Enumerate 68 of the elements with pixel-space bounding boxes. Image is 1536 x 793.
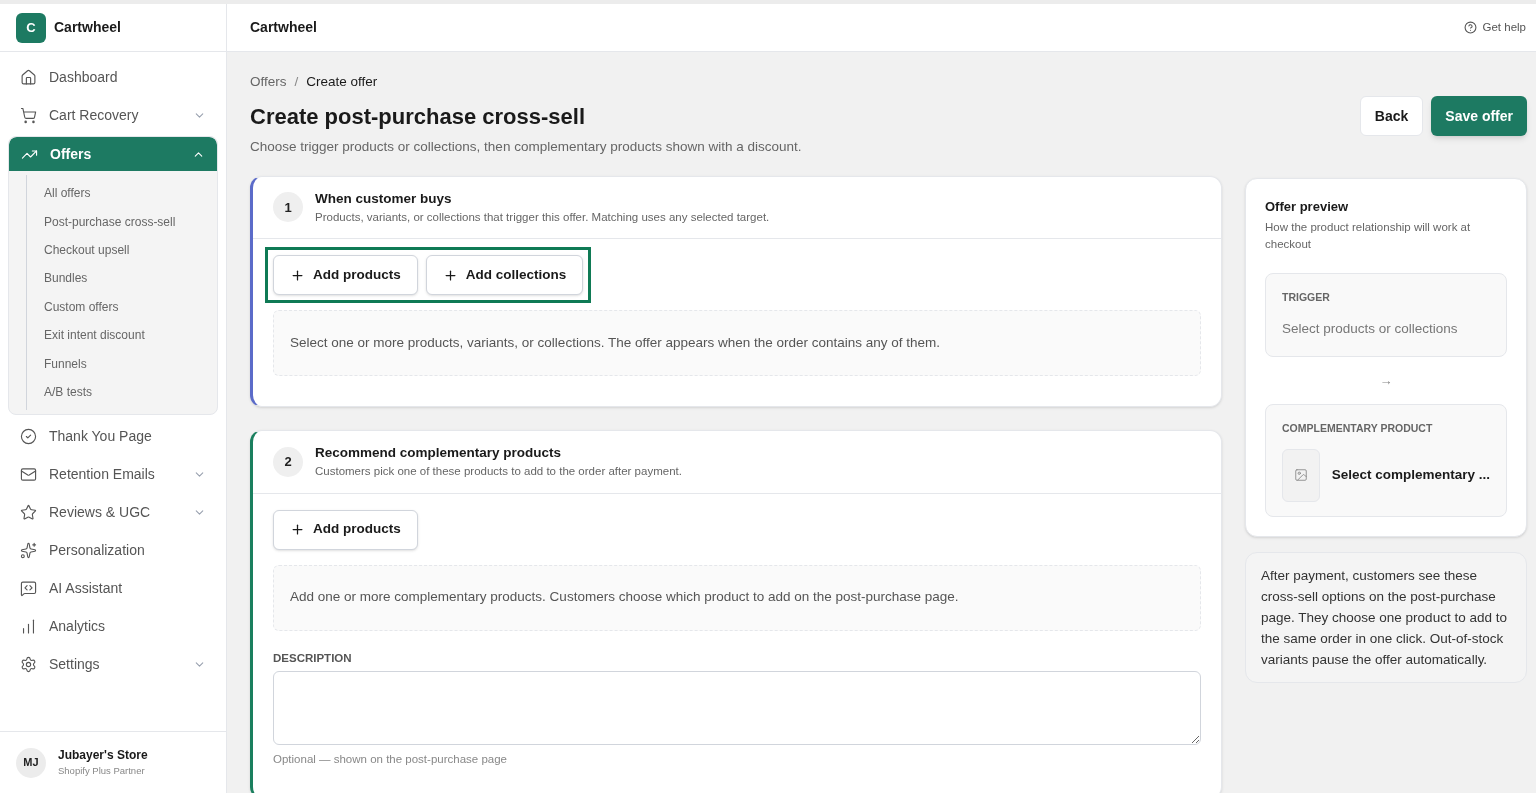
submenu-item[interactable]: A/B tests: [27, 377, 217, 407]
add-button[interactable]: Add products: [273, 509, 418, 550]
section-subtitle: Customers pick one of these products to add to the order after payment.: [315, 464, 682, 480]
product-value: Select complementary ...: [1331, 466, 1490, 485]
submenu-item[interactable]: All offers: [27, 179, 217, 208]
plus-icon: [290, 267, 305, 283]
cart-icon: [20, 106, 37, 124]
empty-state: Select one or more products, variants, or collections. The offer appears when the order contains any of them.: [273, 310, 1201, 376]
nav-item[interactable]: Thank You Page: [8, 419, 218, 454]
plus-icon: [290, 522, 305, 537]
save-button[interactable]: Save offer: [1431, 96, 1527, 137]
star-icon: [20, 503, 37, 521]
section-title: Recommend complementary products: [315, 444, 563, 462]
avatar: MJ: [16, 747, 46, 778]
submenu-item[interactable]: Post-purchase cross-sell: [27, 207, 217, 236]
image-icon: [1293, 468, 1308, 483]
nav-item[interactable]: Settings: [8, 647, 218, 682]
page-title: Create post-purchase cross-sell: [250, 103, 587, 132]
nav-item[interactable]: AI Assistant: [8, 571, 218, 606]
preview-title: Offer preview: [1265, 197, 1350, 216]
nav-item[interactable]: Reviews & UGC: [8, 495, 218, 530]
product-label: COMPLEMENTARY PRODUCT: [1282, 421, 1434, 436]
step-number: 1: [273, 192, 303, 223]
back-button[interactable]: Back: [1359, 96, 1424, 137]
settings-icon: [20, 655, 37, 673]
info-note: After payment, customers see these cross-sell options on the post-purchase page. They choose one product to add to the same order in one click. Out-of-stock variants pause the offer automatically.: [1245, 551, 1527, 683]
field-label: DESCRIPTION: [273, 650, 353, 666]
help-link[interactable]: Get help: [1463, 18, 1526, 37]
nav-item[interactable]: Offers: [9, 137, 217, 171]
preview-subtitle: How the product relationship will work at checkout: [1265, 220, 1472, 253]
brand-name: Cartwheel: [54, 18, 121, 37]
submenu-item[interactable]: Funnels: [27, 349, 217, 378]
page-subtitle: Choose trigger products or collections, then complementary products shown with a discount.: [250, 138, 802, 157]
section-subtitle: Products, variants, or collections that trigger this offer. Matching uses any selected target.: [315, 209, 770, 225]
section-title: When customer buys: [315, 189, 453, 208]
add-button[interactable]: Add products: [273, 255, 418, 295]
submenu-item[interactable]: Bundles: [27, 264, 217, 293]
nav-item[interactable]: Dashboard: [8, 60, 218, 94]
description-field[interactable]: [273, 670, 1201, 745]
header-title: Cartwheel: [250, 18, 317, 37]
store-plan: Shopify Plus Partner: [58, 764, 146, 779]
nav-item[interactable]: Analytics: [8, 609, 218, 644]
nav-item[interactable]: Cart Recovery: [8, 98, 218, 132]
bar-chart-icon: [20, 617, 37, 635]
sparkles-icon: [20, 541, 37, 559]
submenu-item[interactable]: Checkout upsell: [27, 235, 217, 265]
submenu-item[interactable]: Custom offers: [27, 292, 217, 321]
add-button[interactable]: Add collections: [425, 255, 584, 295]
help-icon: [1463, 21, 1477, 34]
home-icon: [20, 68, 37, 86]
arrow-icon: →: [1379, 370, 1393, 390]
nav-item[interactable]: Personalization: [8, 533, 218, 568]
trigger-label: TRIGGER: [1282, 289, 1331, 305]
breadcrumb-separator: /: [294, 73, 299, 91]
field-hint: Optional — shown on the post-purchase page: [273, 751, 508, 767]
envelope-icon: [20, 465, 37, 483]
nav-item[interactable]: Retention Emails: [8, 457, 218, 492]
logo: C: [16, 12, 46, 43]
trigger-value: Select products or collections: [1282, 320, 1459, 339]
breadcrumb-link[interactable]: Offers: [250, 72, 287, 93]
chat-icon: [20, 579, 37, 597]
check-circle-icon: [20, 427, 37, 445]
plus-icon: [442, 267, 458, 283]
step-number: 2: [273, 446, 303, 477]
submenu-item[interactable]: Exit intent discount: [27, 320, 217, 350]
empty-state: Add one or more complementary products. Customers choose which product to add on the post-purchase page.: [273, 564, 1201, 631]
breadcrumb-current: Create offer: [306, 73, 378, 91]
store-name: Jubayer's Store: [58, 747, 148, 765]
